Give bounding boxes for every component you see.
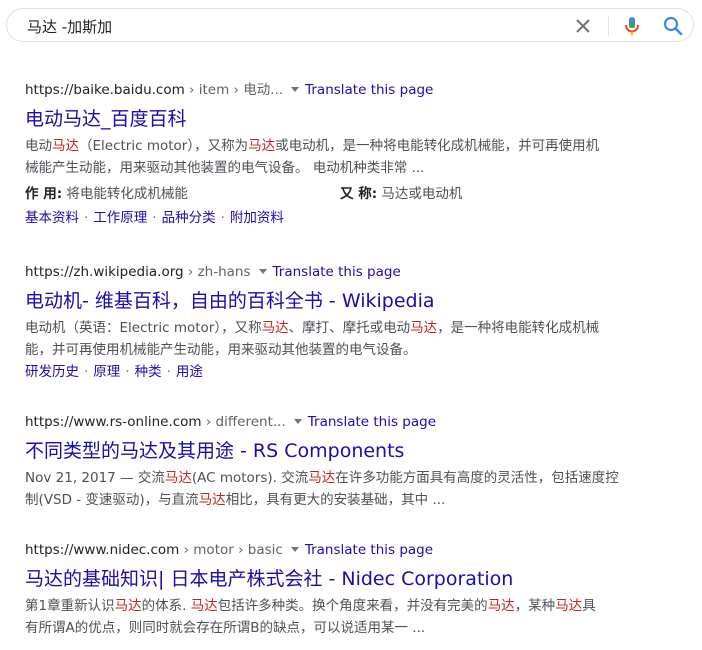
result-facts: 作 用: 将电能转化成机械能 又 称: 马达或电动机 [25, 182, 645, 204]
highlighted-term: 马达 [410, 320, 438, 336]
result-path: › item › 电动... [184, 82, 284, 98]
search-bar [6, 8, 694, 42]
separator: · [220, 210, 225, 226]
highlighted-term: 马达 [487, 598, 515, 614]
sitelink[interactable]: 原理 [93, 364, 120, 380]
sitelinks: 研发历史 · 原理 · 种类 · 用途 [25, 361, 645, 383]
search-input[interactable] [25, 14, 549, 38]
result-citation[interactable]: https://baike.baidu.com › item › 电动... Tr… [25, 80, 645, 100]
sitelink[interactable]: 种类 [135, 364, 162, 380]
fact-value: 将电能转化成机械能 [66, 186, 188, 202]
sitelink[interactable]: 研发历史 [25, 364, 79, 380]
result-snippet: 电动马达（Electric motor），又称为马达或电动机，是一种将电能转化成… [25, 138, 600, 176]
result-title[interactable]: 电动机- 维基百科，自由的百科全书 - Wikipedia [25, 288, 645, 314]
highlighted-term: 马达 [261, 320, 289, 336]
translate-link[interactable]: Translate this page [305, 82, 433, 98]
microphone-icon[interactable] [621, 14, 643, 38]
result-domain: https://www.rs-online.com [25, 414, 202, 430]
search-bar-divider [608, 16, 609, 36]
sitelink[interactable]: 附加资料 [230, 210, 284, 226]
search-result: https://www.nidec.com › motor › basic Tra… [25, 540, 645, 639]
sitelink[interactable]: 用途 [176, 364, 203, 380]
search-result: https://baike.baidu.com › item › 电动... Tr… [25, 80, 645, 229]
sitelinks: 基本资料 · 工作原理 · 品种分类 · 附加资料 [25, 207, 645, 229]
highlighted-term: 马达 [164, 470, 192, 486]
separator: · [84, 364, 89, 380]
triangle-down-icon[interactable] [290, 546, 299, 552]
search-result: https://www.rs-online.com › different...… [25, 412, 645, 511]
highlighted-term: 马达 [52, 138, 79, 154]
highlighted-term: 马达 [308, 470, 336, 486]
triangle-down-icon[interactable] [291, 86, 300, 92]
triangle-down-icon[interactable] [293, 418, 302, 424]
result-domain: https://zh.wikipedia.org [25, 264, 184, 280]
result-path: › motor › basic [179, 542, 283, 558]
highlighted-term: 马达 [248, 138, 276, 154]
fact-value: 马达或电动机 [381, 186, 463, 202]
result-path: › zh-hans [183, 264, 251, 280]
separator: · [152, 210, 157, 226]
result-citation[interactable]: https://www.rs-online.com › different...… [25, 412, 645, 432]
sitelink[interactable]: 工作原理 [93, 210, 147, 226]
sitelink[interactable]: 基本资料 [25, 210, 79, 226]
highlighted-term: 马达 [190, 598, 218, 614]
clear-icon[interactable] [572, 15, 594, 37]
result-citation[interactable]: https://www.nidec.com › motor › basic Tra… [25, 540, 645, 560]
result-citation[interactable]: https://zh.wikipedia.org › zh-hans Transl… [25, 262, 645, 282]
sitelink[interactable]: 品种分类 [162, 210, 216, 226]
fact-label: 又 称: [340, 186, 378, 202]
search-result: https://zh.wikipedia.org › zh-hans Transl… [25, 262, 645, 383]
translate-link[interactable]: Translate this page [308, 414, 436, 430]
result-snippet: Nov 21, 2017 — 交流马达(AC motors). 交流马达在许多功… [25, 470, 619, 508]
fact-label: 作 用: [25, 186, 63, 202]
separator: · [166, 364, 171, 380]
result-title[interactable]: 不同类型的马达及其用途 - RS Components [25, 438, 645, 464]
search-icon[interactable] [661, 14, 685, 38]
translate-link[interactable]: Translate this page [305, 542, 433, 558]
separator: · [84, 210, 89, 226]
result-domain: https://baike.baidu.com [25, 82, 185, 98]
highlighted-term: 马达 [555, 598, 583, 614]
result-snippet: 第1章重新认识马达的体系. 马达包括许多种类。换个角度来看，并没有完美的马达，某… [25, 598, 596, 636]
highlighted-term: 马达 [114, 598, 142, 614]
separator: · [125, 364, 130, 380]
result-path: › different... [201, 414, 286, 430]
triangle-down-icon[interactable] [258, 268, 267, 274]
translate-link[interactable]: Translate this page [273, 264, 401, 280]
result-domain: https://www.nidec.com [25, 542, 180, 558]
result-snippet: 电动机（英语：Electric motor），又称马达、摩打、摩托或电动马达，是… [25, 320, 600, 358]
highlighted-term: 马达 [198, 492, 226, 508]
result-title[interactable]: 马达的基础知识| 日本电产株式会社 - Nidec Corporation [25, 566, 645, 592]
result-title[interactable]: 电动马达_百度百科 [25, 106, 645, 132]
